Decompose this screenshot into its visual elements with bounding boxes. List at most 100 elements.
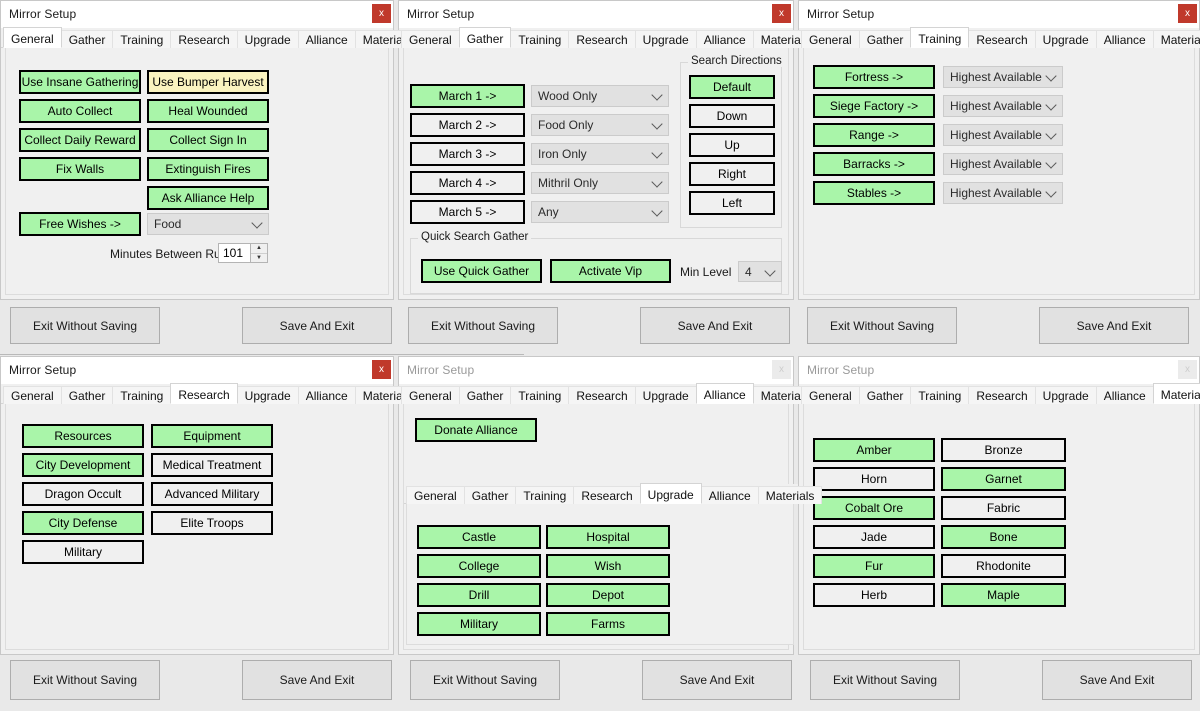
close-icon[interactable]: x [772,4,791,23]
tab-general[interactable]: General [3,27,62,48]
save-and-exit-button-3[interactable]: Save And Exit [1039,307,1189,344]
close-icon[interactable]: x [772,360,791,379]
button-march-5[interactable]: March 5 -> [410,200,525,224]
save-and-exit-button-5[interactable]: Save And Exit [642,660,792,700]
button-activate-vip[interactable]: Activate Vip [550,259,671,283]
tab-alliance[interactable]: Alliance [1095,386,1154,404]
button-advanced-military[interactable]: Advanced Military [151,482,273,506]
tab-gather[interactable]: Gather [458,386,512,404]
button-direction-down[interactable]: Down [689,104,775,128]
titlebar-gather[interactable]: Mirror Setup x [399,1,793,28]
save-and-exit-button-1[interactable]: Save And Exit [242,307,392,344]
button-direction-default[interactable]: Default [689,75,775,99]
close-icon[interactable]: x [1178,4,1197,23]
save-and-exit-button-4[interactable]: Save And Exit [242,660,392,700]
tab-research[interactable]: Research [568,30,636,48]
button-fabric[interactable]: Fabric [941,496,1066,520]
tab-gather[interactable]: Gather [60,386,114,404]
march-1-resource-select[interactable]: Wood Only [531,85,669,107]
exit-without-saving-button-2[interactable]: Exit Without Saving [408,307,558,344]
tab-materials[interactable]: Materials [1152,383,1200,404]
button-cobalt-ore[interactable]: Cobalt Ore [813,496,935,520]
save-and-exit-button-6[interactable]: Save And Exit [1042,660,1192,700]
button-stables[interactable]: Stables -> [813,181,935,205]
tab-upgrade[interactable]: Upgrade [634,386,697,404]
button-fur[interactable]: Fur [813,554,935,578]
tab-alliance[interactable]: Alliance [1095,30,1154,48]
march-5-resource-select[interactable]: Any [531,201,669,223]
tab-inner-materials[interactable]: Materials [757,486,823,504]
button-hospital[interactable]: Hospital [546,525,670,549]
button-march-3[interactable]: March 3 -> [410,142,525,166]
tab-inner-training[interactable]: Training [515,486,575,504]
close-icon[interactable]: x [372,4,391,23]
tab-upgrade[interactable]: Upgrade [1034,386,1097,404]
stables-level-select[interactable]: Highest Available [943,182,1063,204]
tab-inner-general[interactable]: General [406,486,465,504]
tab-research[interactable]: Research [170,383,238,404]
tab-upgrade[interactable]: Upgrade [236,30,299,48]
button-jade[interactable]: Jade [813,525,935,549]
close-icon[interactable]: x [372,360,391,379]
button-depot[interactable]: Depot [546,583,670,607]
tab-materials[interactable]: Materials [1152,30,1200,48]
exit-without-saving-button-4[interactable]: Exit Without Saving [10,660,160,700]
titlebar-research[interactable]: Mirror Setup x [1,357,393,384]
exit-without-saving-button-6[interactable]: Exit Without Saving [810,660,960,700]
min-level-select[interactable]: 4 [738,261,782,282]
tab-research[interactable]: Research [968,30,1036,48]
button-wish[interactable]: Wish [546,554,670,578]
tab-upgrade[interactable]: Upgrade [236,386,299,404]
button-dragon-occult[interactable]: Dragon Occult [22,482,144,506]
tab-upgrade[interactable]: Upgrade [634,30,697,48]
button-city-development[interactable]: City Development [22,453,144,477]
tab-training[interactable]: Training [910,27,970,48]
spinner-up-icon[interactable]: ▲ [251,244,267,254]
button-castle[interactable]: Castle [417,525,541,549]
siege-factory-level-select[interactable]: Highest Available [943,95,1063,117]
button-resources[interactable]: Resources [22,424,144,448]
close-icon[interactable]: x [1178,360,1197,379]
tab-alliance[interactable]: Alliance [297,386,356,404]
button-march-2[interactable]: March 2 -> [410,113,525,137]
tab-gather[interactable]: Gather [858,30,912,48]
tab-training[interactable]: Training [112,30,172,48]
tab-gather[interactable]: Gather [858,386,912,404]
free-wishes-resource-select[interactable]: Food [147,213,269,235]
button-direction-right[interactable]: Right [689,162,775,186]
button-city-defense[interactable]: City Defense [22,511,144,535]
button-ask-alliance-help[interactable]: Ask Alliance Help [147,186,269,210]
button-siege-factory[interactable]: Siege Factory -> [813,94,935,118]
tab-gather[interactable]: Gather [60,30,114,48]
tab-alliance[interactable]: Alliance [695,383,754,404]
button-bronze[interactable]: Bronze [941,438,1066,462]
tab-training[interactable]: Training [510,30,570,48]
button-use-insane-gathering[interactable]: Use Insane Gathering [19,70,141,94]
titlebar-materials[interactable]: Mirror Setup x [799,357,1199,384]
button-fortress[interactable]: Fortress -> [813,65,935,89]
button-amber[interactable]: Amber [813,438,935,462]
button-donate-alliance[interactable]: Donate Alliance [415,418,537,442]
exit-without-saving-button-3[interactable]: Exit Without Saving [807,307,957,344]
tab-general[interactable]: General [401,386,460,404]
fortress-level-select[interactable]: Highest Available [943,66,1063,88]
exit-without-saving-button-5[interactable]: Exit Without Saving [410,660,560,700]
button-horn[interactable]: Horn [813,467,935,491]
button-college[interactable]: College [417,554,541,578]
march-2-resource-select[interactable]: Food Only [531,114,669,136]
button-march-1[interactable]: March 1 -> [410,84,525,108]
tab-general[interactable]: General [401,30,460,48]
tab-gather[interactable]: Gather [458,27,512,48]
spinner-down-icon[interactable]: ▼ [251,254,267,263]
button-military-research[interactable]: Military [22,540,144,564]
button-drill[interactable]: Drill [417,583,541,607]
tab-research[interactable]: Research [968,386,1036,404]
tab-upgrade[interactable]: Upgrade [1034,30,1097,48]
button-march-4[interactable]: March 4 -> [410,171,525,195]
tab-research[interactable]: Research [170,30,238,48]
button-elite-troops[interactable]: Elite Troops [151,511,273,535]
button-rhodonite[interactable]: Rhodonite [941,554,1066,578]
button-fix-walls[interactable]: Fix Walls [19,157,141,181]
titlebar-alliance[interactable]: Mirror Setup x [399,357,793,384]
button-direction-left[interactable]: Left [689,191,775,215]
